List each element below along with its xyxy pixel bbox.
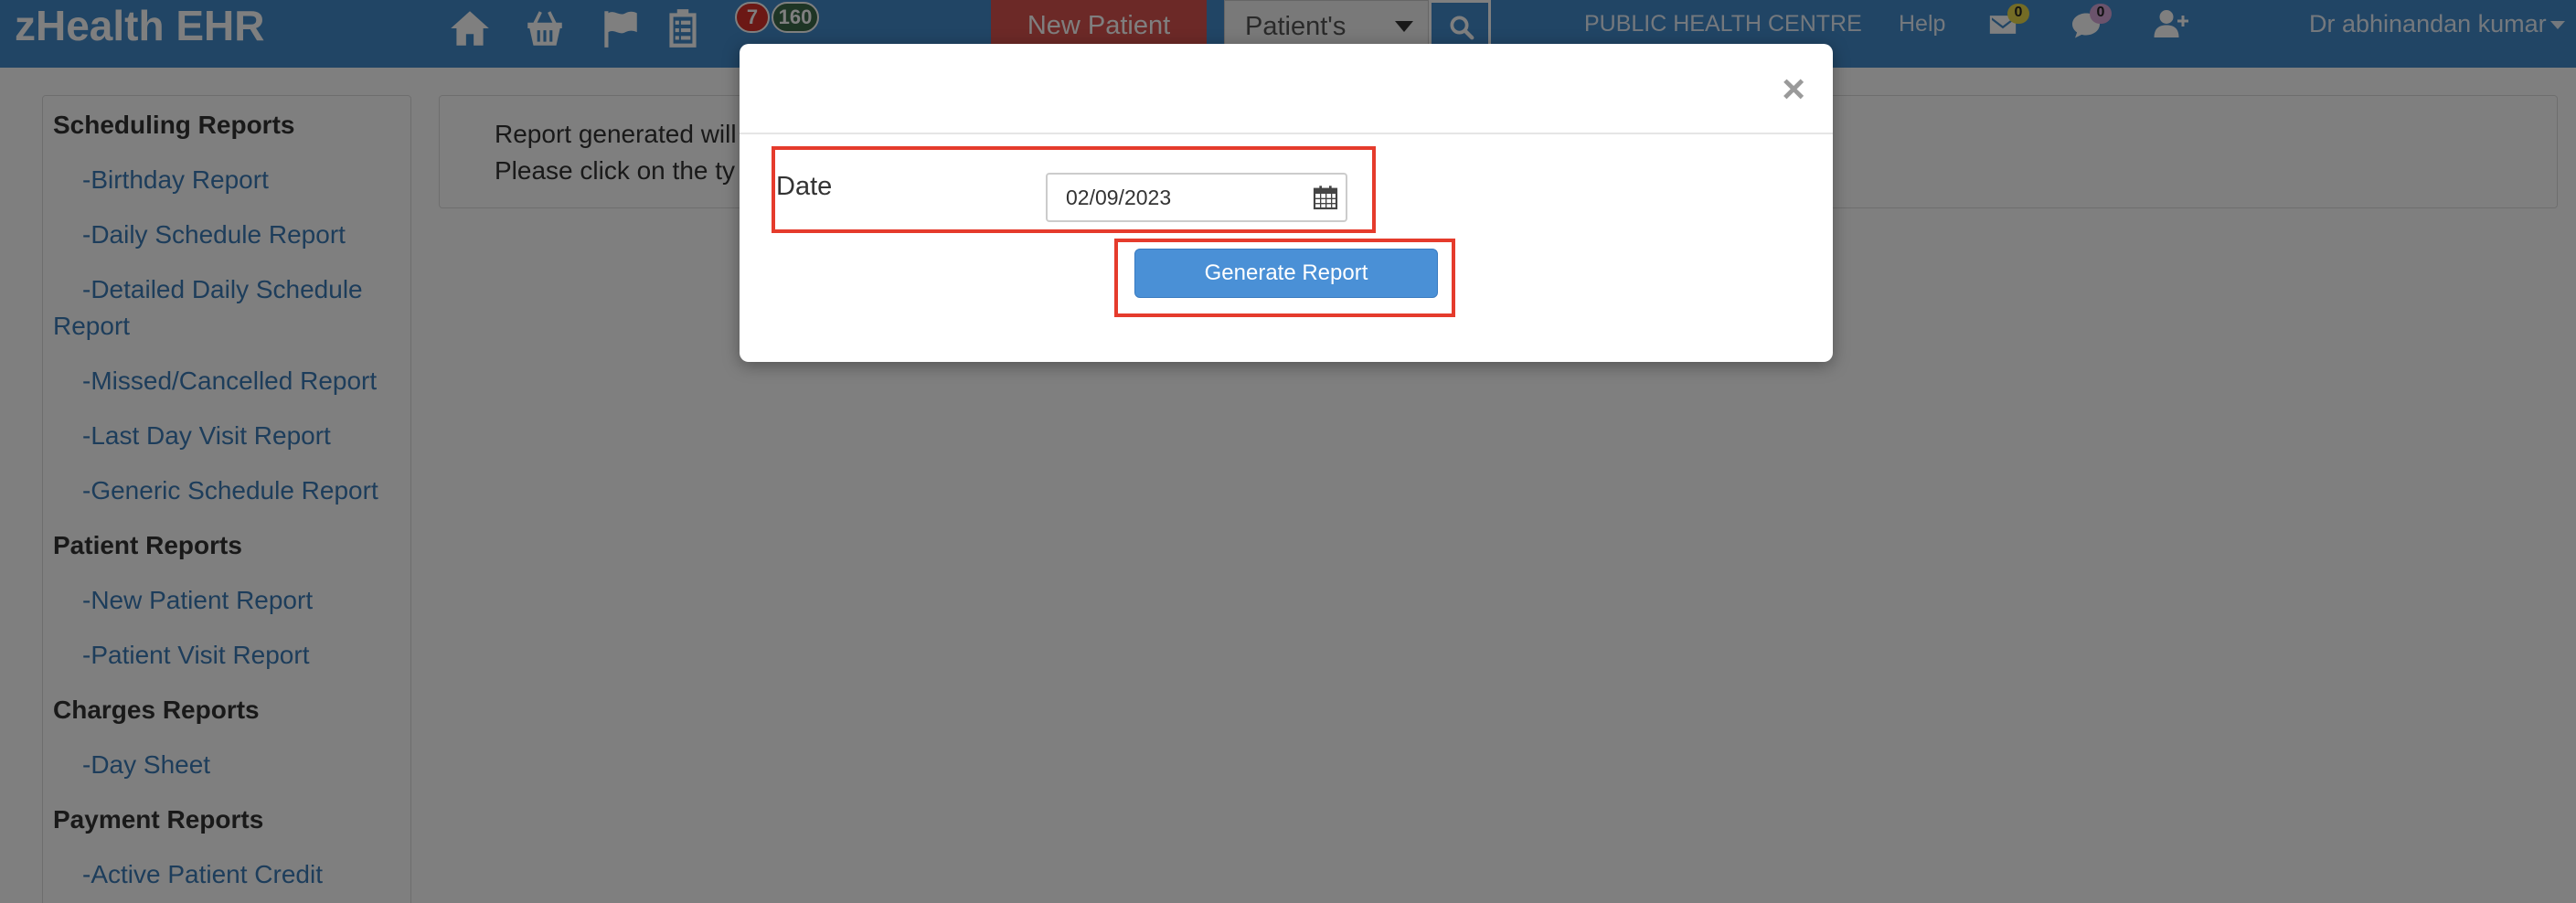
modal-header: × xyxy=(740,44,1833,134)
date-field[interactable] xyxy=(1046,173,1347,222)
generate-report-button[interactable]: Generate Report xyxy=(1134,249,1438,298)
date-label: Date xyxy=(776,172,833,201)
close-button[interactable]: × xyxy=(1782,69,1805,110)
calendar-icon[interactable] xyxy=(1311,183,1340,212)
report-date-modal: × Date Generate Report xyxy=(740,44,1833,362)
